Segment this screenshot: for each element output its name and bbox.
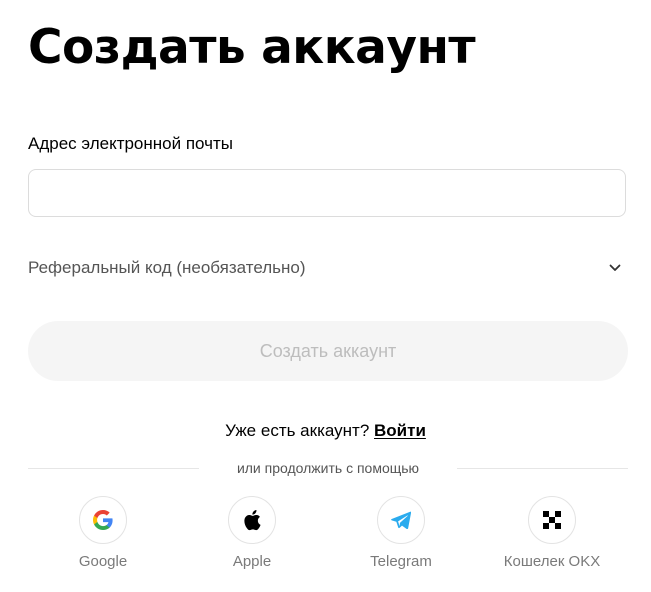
divider: или продолжить с помощью — [28, 458, 628, 478]
google-login-button[interactable]: Google — [43, 496, 163, 570]
create-account-page: Создать аккаунт Адрес электронной почты … — [0, 0, 651, 592]
apple-label: Apple — [232, 553, 272, 570]
google-icon — [79, 496, 127, 544]
email-input[interactable] — [28, 169, 626, 217]
telegram-login-button[interactable]: Telegram — [341, 496, 461, 570]
divider-text: или продолжить с помощью — [236, 460, 420, 476]
okx-wallet-label: Кошелек OKX — [503, 553, 601, 570]
apple-login-button[interactable]: Apple — [192, 496, 312, 570]
okx-icon — [528, 496, 576, 544]
login-prompt: Уже есть аккаунт? Войти — [0, 420, 651, 442]
page-title: Создать аккаунт — [28, 20, 476, 75]
okx-wallet-login-button[interactable]: Кошелек OKX — [492, 496, 612, 570]
telegram-icon — [377, 496, 425, 544]
create-account-button[interactable]: Создать аккаунт — [28, 321, 628, 381]
apple-icon — [228, 496, 276, 544]
login-link[interactable]: Войти — [374, 421, 426, 440]
email-label: Адрес электронной почты — [28, 134, 233, 153]
divider-line-left — [28, 467, 199, 469]
divider-line-right — [457, 467, 628, 469]
telegram-label: Telegram — [370, 553, 432, 570]
google-label: Google — [78, 553, 128, 570]
chevron-down-icon — [607, 260, 623, 276]
referral-code-label: Реферальный код (необязательно) — [28, 258, 306, 277]
login-prompt-text: Уже есть аккаунт? — [225, 421, 370, 440]
referral-code-toggle[interactable]: Реферальный код (необязательно) — [28, 252, 626, 284]
